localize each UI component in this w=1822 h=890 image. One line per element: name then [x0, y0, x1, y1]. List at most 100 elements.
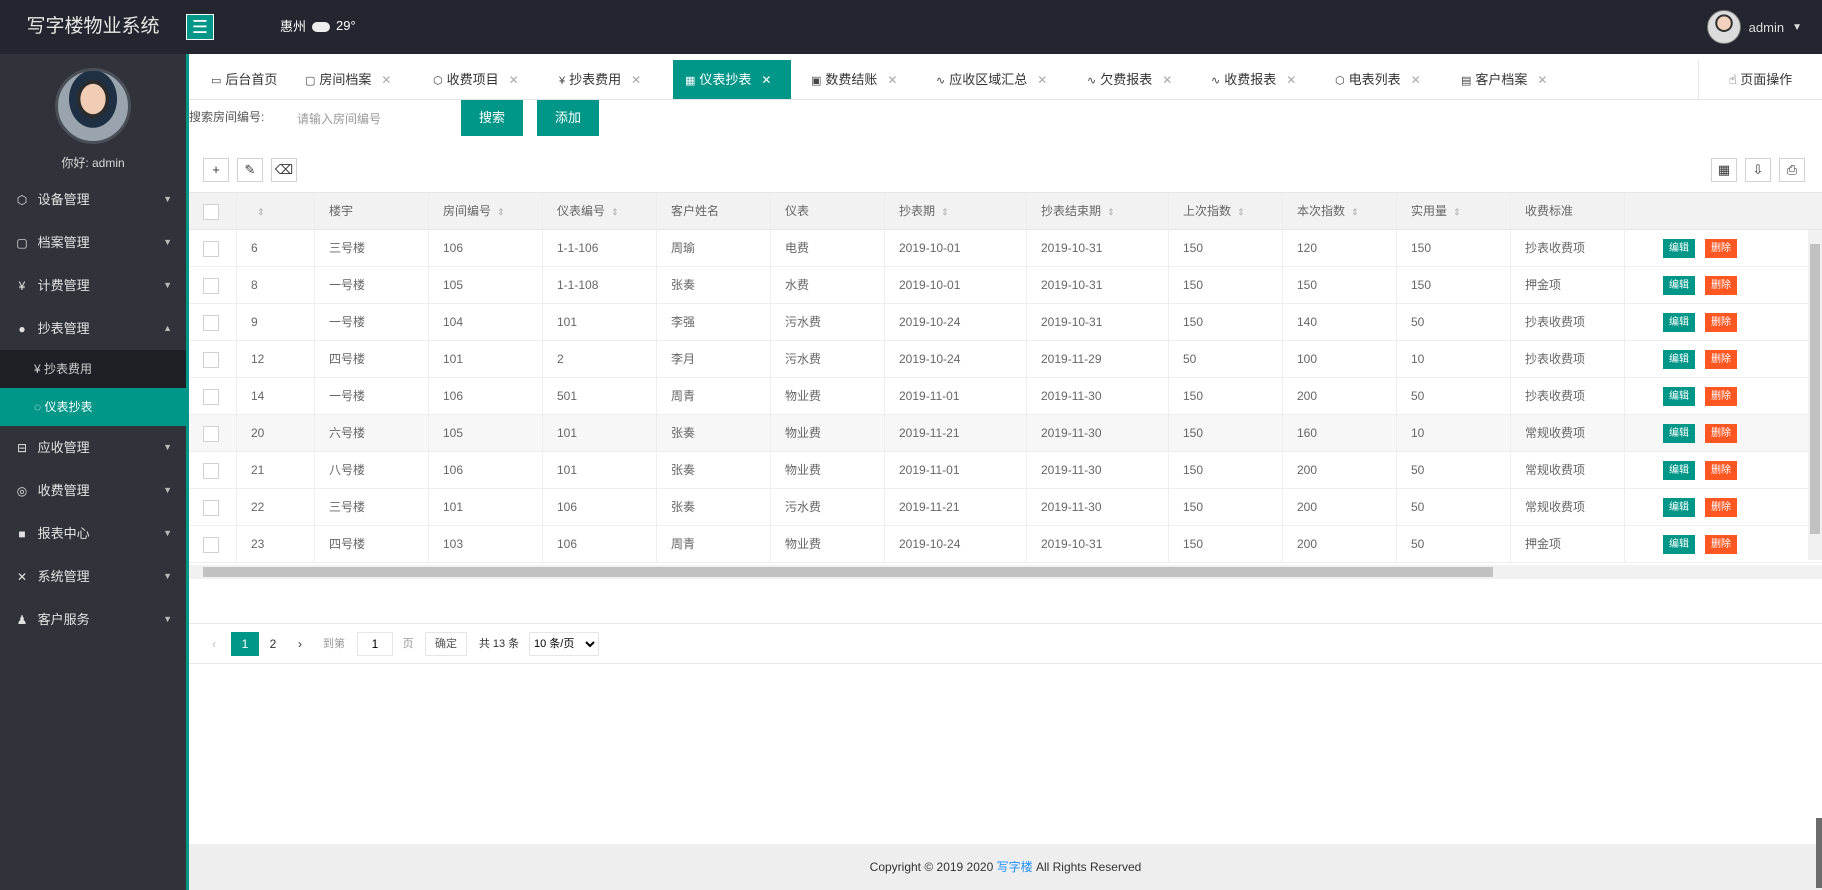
- print-icon[interactable]: ⎙: [1779, 158, 1805, 182]
- scrollbar-thumb[interactable]: [203, 567, 1493, 577]
- table-row[interactable]: 6 三号楼 106 1-1-106 周瑜 电费 2019-10-01 2019-10-31 15…: [189, 230, 1822, 267]
- per-page-select[interactable]: 10 条/页: [529, 632, 599, 656]
- vertical-scrollbar[interactable]: [1808, 230, 1822, 560]
- tab-charge-items[interactable]: ⬡ 收费项目 ✕: [421, 60, 519, 99]
- sidebar-item-archive[interactable]: ▢ 档案管理 ▼: [0, 221, 186, 264]
- column-header-usage[interactable]: 实用量 ⇕: [1397, 193, 1511, 230]
- row-checkbox[interactable]: [203, 425, 219, 442]
- tab-meter-fee[interactable]: ¥ 抄表费用 ✕: [547, 60, 641, 99]
- sidebar-item-customer[interactable]: ♟ 客户服务 ▼: [0, 598, 186, 641]
- row-checkbox[interactable]: [203, 314, 219, 331]
- delete-row-button[interactable]: 删除: [1705, 387, 1737, 406]
- column-header-meter-no[interactable]: 仪表编号 ⇕: [543, 193, 657, 230]
- delete-row-button[interactable]: 删除: [1705, 313, 1737, 332]
- edit-row-button[interactable]: 编辑: [1663, 313, 1695, 332]
- sidebar-item-receivable[interactable]: ⊟ 应收管理 ▼: [0, 426, 186, 469]
- edit-row-button[interactable]: 编辑: [1663, 350, 1695, 369]
- add-button[interactable]: 添加: [537, 100, 599, 136]
- column-header-current-index[interactable]: 本次指数 ⇕: [1283, 193, 1397, 230]
- table-row[interactable]: 23 四号楼 103 106 周青 物业费 2019-10-24 2019-10-31 150 2…: [189, 526, 1822, 563]
- scrollbar-thumb[interactable]: [1810, 244, 1820, 534]
- row-checkbox[interactable]: [203, 277, 219, 294]
- delete-row-button[interactable]: 删除: [1705, 350, 1737, 369]
- sidebar-item-system[interactable]: ✕ 系统管理 ▼: [0, 555, 186, 598]
- row-checkbox[interactable]: [203, 499, 219, 516]
- table-row[interactable]: 12 四号楼 101 2 李月 污水费 2019-10-24 2019-11-29 50 100 1…: [189, 341, 1822, 378]
- close-icon[interactable]: ✕: [1037, 73, 1047, 87]
- tab-home[interactable]: ▭ 后台首页: [199, 60, 277, 99]
- sidebar-subitem-meter-fee[interactable]: ¥ 抄表费用: [0, 350, 186, 388]
- column-header-last-index[interactable]: 上次指数 ⇕: [1169, 193, 1283, 230]
- goto-page-input[interactable]: [357, 632, 393, 656]
- close-icon[interactable]: ✕: [1162, 73, 1172, 87]
- delete-row-button[interactable]: 删除: [1705, 239, 1737, 258]
- page-2-button[interactable]: 2: [263, 632, 283, 656]
- edit-row-button[interactable]: 编辑: [1663, 276, 1695, 295]
- prev-page-button[interactable]: ‹: [207, 632, 221, 656]
- page-ops-button[interactable]: ☝ 页面操作: [1698, 60, 1822, 99]
- row-checkbox[interactable]: [203, 462, 219, 479]
- tab-area-summary[interactable]: ∿ 应收区域汇总 ✕: [924, 60, 1047, 99]
- tab-settlement[interactable]: ▣ 数费结账 ✕: [799, 60, 897, 99]
- table-row[interactable]: 9 一号楼 104 101 李强 污水费 2019-10-24 2019-10-31 150 14…: [189, 304, 1822, 341]
- row-checkbox[interactable]: [203, 351, 219, 368]
- edit-row-button[interactable]: 编辑: [1663, 461, 1695, 480]
- sidebar-subitem-meter-reading[interactable]: ◌ 仪表抄表: [0, 388, 186, 426]
- user-menu[interactable]: admin ▼: [1706, 10, 1802, 44]
- edit-row-button[interactable]: 编辑: [1663, 498, 1695, 517]
- edit-pencil-icon[interactable]: ✎: [237, 158, 263, 182]
- close-icon[interactable]: ✕: [381, 73, 391, 87]
- brand-link[interactable]: 写字楼: [997, 860, 1033, 874]
- tab-meter-reading[interactable]: ▦ 仪表抄表 ✕: [673, 60, 791, 99]
- column-header-read-end[interactable]: 抄表结束期 ⇕: [1027, 193, 1169, 230]
- goto-confirm-button[interactable]: 确定: [425, 632, 467, 656]
- delete-row-button[interactable]: 删除: [1705, 424, 1737, 443]
- table-row[interactable]: 21 八号楼 106 101 张奏 物业费 2019-11-01 2019-11-30 150 2…: [189, 452, 1822, 489]
- search-button[interactable]: 搜索: [461, 100, 523, 136]
- edit-row-button[interactable]: 编辑: [1663, 387, 1695, 406]
- column-header-room-no[interactable]: 房间编号 ⇕: [429, 193, 543, 230]
- sidebar-item-meter[interactable]: ● 抄表管理 ▲: [0, 307, 186, 350]
- column-header-read-period[interactable]: 抄表期 ⇕: [885, 193, 1027, 230]
- tab-customer-archive[interactable]: ▤ 客户档案 ✕: [1449, 60, 1547, 99]
- tab-meter-list[interactable]: ⬡ 电表列表 ✕: [1323, 60, 1421, 99]
- columns-filter-icon[interactable]: ▦: [1711, 158, 1737, 182]
- table-row[interactable]: 22 三号楼 101 106 张奏 污水费 2019-11-21 2019-11-30 150 2…: [189, 489, 1822, 526]
- edit-row-button[interactable]: 编辑: [1663, 424, 1695, 443]
- add-row-icon[interactable]: +: [203, 158, 229, 182]
- row-checkbox[interactable]: [203, 536, 219, 553]
- edit-row-button[interactable]: 编辑: [1663, 535, 1695, 554]
- next-page-button[interactable]: ›: [293, 632, 307, 656]
- table-row[interactable]: 20 六号楼 105 101 张奏 物业费 2019-11-21 2019-11-30 150 1…: [189, 415, 1822, 452]
- tab-room-archive[interactable]: ▢ 房间档案 ✕: [293, 60, 391, 99]
- delete-trash-icon[interactable]: ⌫: [271, 158, 297, 182]
- close-icon[interactable]: ✕: [1537, 73, 1547, 87]
- sidebar-item-charge[interactable]: ◎ 收费管理 ▼: [0, 469, 186, 512]
- delete-row-button[interactable]: 删除: [1705, 535, 1737, 554]
- row-checkbox[interactable]: [203, 240, 219, 257]
- close-icon[interactable]: ✕: [1411, 73, 1421, 87]
- delete-row-button[interactable]: 删除: [1705, 498, 1737, 517]
- horizontal-scrollbar[interactable]: [189, 565, 1822, 579]
- tab-arrears-report[interactable]: ∿ 欠费报表 ✕: [1075, 60, 1172, 99]
- table-row[interactable]: 8 一号楼 105 1-1-108 张奏 水费 2019-10-01 2019-10-31 15…: [189, 267, 1822, 304]
- room-number-search-input[interactable]: [285, 100, 449, 138]
- close-icon[interactable]: ✕: [1286, 73, 1296, 87]
- table-row[interactable]: 14 一号楼 106 501 周青 物业费 2019-11-01 2019-11-30 150 2…: [189, 378, 1822, 415]
- column-header-id[interactable]: ⇕: [237, 193, 315, 230]
- delete-row-button[interactable]: 删除: [1705, 461, 1737, 480]
- row-checkbox[interactable]: [203, 388, 219, 405]
- edit-row-button[interactable]: 编辑: [1663, 239, 1695, 258]
- tab-charge-report[interactable]: ∿ 收费报表 ✕: [1199, 60, 1296, 99]
- select-all-checkbox[interactable]: [203, 203, 219, 220]
- delete-row-button[interactable]: 删除: [1705, 276, 1737, 295]
- close-icon[interactable]: ✕: [761, 73, 771, 87]
- sidebar-item-report[interactable]: ■ 报表中心 ▼: [0, 512, 186, 555]
- sidebar-item-device[interactable]: ⬡ 设备管理 ▼: [0, 178, 186, 221]
- close-icon[interactable]: ✕: [887, 73, 897, 87]
- export-icon[interactable]: ⇩: [1745, 158, 1771, 182]
- hamburger-icon[interactable]: ☰: [186, 14, 214, 40]
- page-1-button[interactable]: 1: [231, 632, 259, 656]
- sidebar-item-billing[interactable]: ¥ 计费管理 ▼: [0, 264, 186, 307]
- close-icon[interactable]: ✕: [631, 73, 641, 87]
